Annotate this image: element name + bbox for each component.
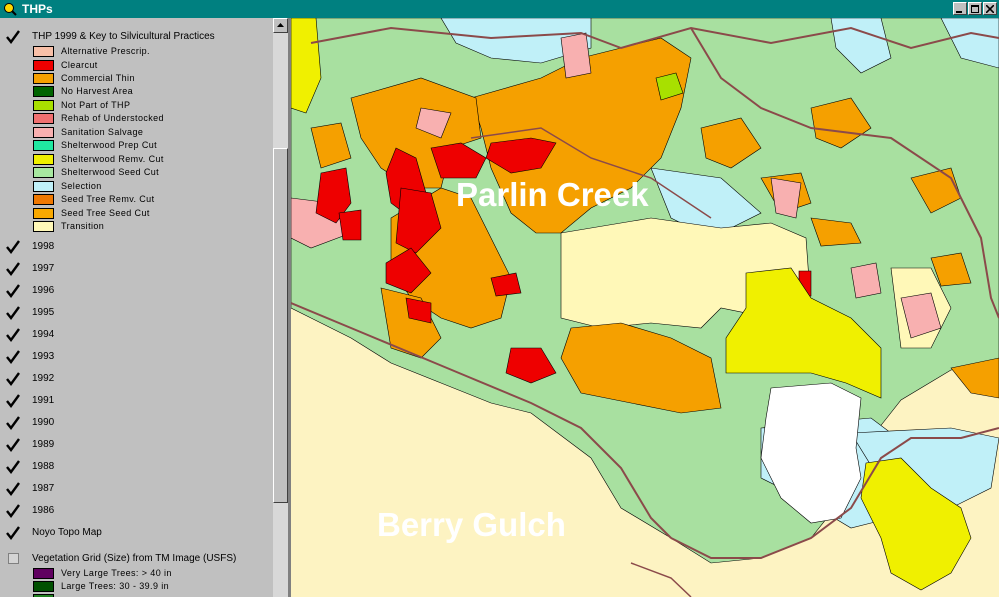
legend-swatch — [33, 60, 54, 71]
legend-swatch — [33, 127, 54, 138]
legend-swatch — [33, 581, 54, 592]
legend-swatch — [33, 568, 54, 579]
checkbox-checked-icon[interactable] — [6, 526, 20, 540]
checkbox-checked-icon[interactable] — [6, 262, 20, 276]
checkbox-checked-icon[interactable] — [6, 240, 20, 254]
layer-label: 1990 — [32, 417, 55, 428]
legend-swatch — [33, 167, 54, 178]
legend-swatch — [33, 194, 54, 205]
legend-label: Seed Tree Remv. Cut — [61, 194, 155, 204]
layer-label: 1993 — [32, 351, 55, 362]
legend-swatch — [33, 73, 54, 84]
window-title: THPs — [22, 2, 53, 16]
close-icon — [986, 5, 994, 13]
layer-label: 1989 — [32, 439, 55, 450]
checkbox-checked-icon[interactable] — [6, 438, 20, 452]
checkbox-checked-icon[interactable] — [6, 284, 20, 298]
layer-label: 1991 — [32, 395, 55, 406]
checkbox-checked-icon[interactable] — [6, 372, 20, 386]
legend-swatch — [33, 100, 54, 111]
legend-swatch — [33, 181, 54, 192]
sanitation-salvage-area — [560, 32, 592, 79]
layer-label: Vegetation Grid (Size) from TM Image (US… — [32, 553, 237, 564]
layer-label: 1994 — [32, 329, 55, 340]
layer-label: 1997 — [32, 263, 55, 274]
legend-label: Selection — [61, 181, 102, 191]
legend-label: Transition — [61, 221, 105, 231]
toc-scrollbar[interactable] — [273, 18, 288, 597]
legend-label: Shelterwood Prep Cut — [61, 140, 158, 150]
legend-label: Very Large Trees: > 40 in — [61, 568, 172, 578]
legend-swatch — [33, 86, 54, 97]
arrow-up-icon — [277, 23, 284, 27]
legend-label: Not Part of THP — [61, 100, 131, 110]
layer-label: 1986 — [32, 505, 55, 516]
globe-icon — [4, 3, 17, 16]
scroll-thumb[interactable] — [273, 148, 288, 503]
maximize-button[interactable] — [968, 2, 982, 15]
legend-swatch — [33, 140, 54, 151]
layer-label: 1995 — [32, 307, 55, 318]
legend-label: No Harvest Area — [61, 86, 134, 96]
checkbox-checked-icon[interactable] — [6, 460, 20, 474]
checkbox-checked-icon[interactable] — [6, 350, 20, 364]
legend-swatch — [33, 208, 54, 219]
legend-label: Shelterwood Remv. Cut — [61, 154, 164, 164]
map-label-parlin-creek: Parlin Creek — [456, 176, 649, 213]
checkbox-checked-icon[interactable] — [6, 328, 20, 342]
maximize-icon — [971, 5, 979, 13]
close-button[interactable] — [983, 2, 997, 15]
minimize-icon — [956, 11, 962, 13]
map-view[interactable]: Parlin Creek Berry Gulch — [291, 18, 999, 597]
legend-label: Sanitation Salvage — [61, 127, 144, 137]
legend-label: Clearcut — [61, 60, 98, 70]
checkbox-checked-icon[interactable] — [6, 394, 20, 408]
legend-swatch — [33, 154, 54, 165]
table-of-contents: THP 1999 & Key to Silvicultural Practice… — [0, 18, 273, 597]
checkbox-checked-icon[interactable] — [6, 416, 20, 430]
minimize-button[interactable] — [953, 2, 967, 15]
layer-label: THP 1999 & Key to Silvicultural Practice… — [32, 31, 215, 42]
checkbox-unchecked[interactable] — [8, 553, 19, 564]
layer-label: 1998 — [32, 241, 55, 252]
layer-label: 1988 — [32, 461, 55, 472]
scroll-up-button[interactable] — [273, 18, 288, 33]
layer-label: 1996 — [32, 285, 55, 296]
sanitation-salvage-area — [850, 262, 882, 299]
legend-label: Commercial Thin — [61, 73, 135, 83]
checkbox-checked-icon[interactable] — [6, 306, 20, 320]
map-label-berry-gulch: Berry Gulch — [377, 506, 566, 543]
legend-label: Shelterwood Seed Cut — [61, 167, 160, 177]
legend-label: Alternative Prescrip. — [61, 46, 150, 56]
legend-label: Rehab of Understocked — [61, 113, 164, 123]
checkbox-checked-icon[interactable] — [6, 504, 20, 518]
checkbox-checked-icon[interactable] — [6, 30, 20, 44]
layer-label: Noyo Topo Map — [32, 527, 102, 538]
layer-label: 1992 — [32, 373, 55, 384]
legend-label: Large Trees: 30 - 39.9 in — [61, 581, 170, 591]
layer-label: 1987 — [32, 483, 55, 494]
road-line — [630, 562, 692, 597]
title-bar: THPs — [0, 0, 999, 18]
legend-swatch — [33, 113, 54, 124]
legend-swatch — [33, 46, 54, 57]
clearcut-area — [338, 209, 362, 241]
checkbox-checked-icon[interactable] — [6, 482, 20, 496]
legend-swatch — [33, 221, 54, 232]
legend-label: Seed Tree Seed Cut — [61, 208, 150, 218]
